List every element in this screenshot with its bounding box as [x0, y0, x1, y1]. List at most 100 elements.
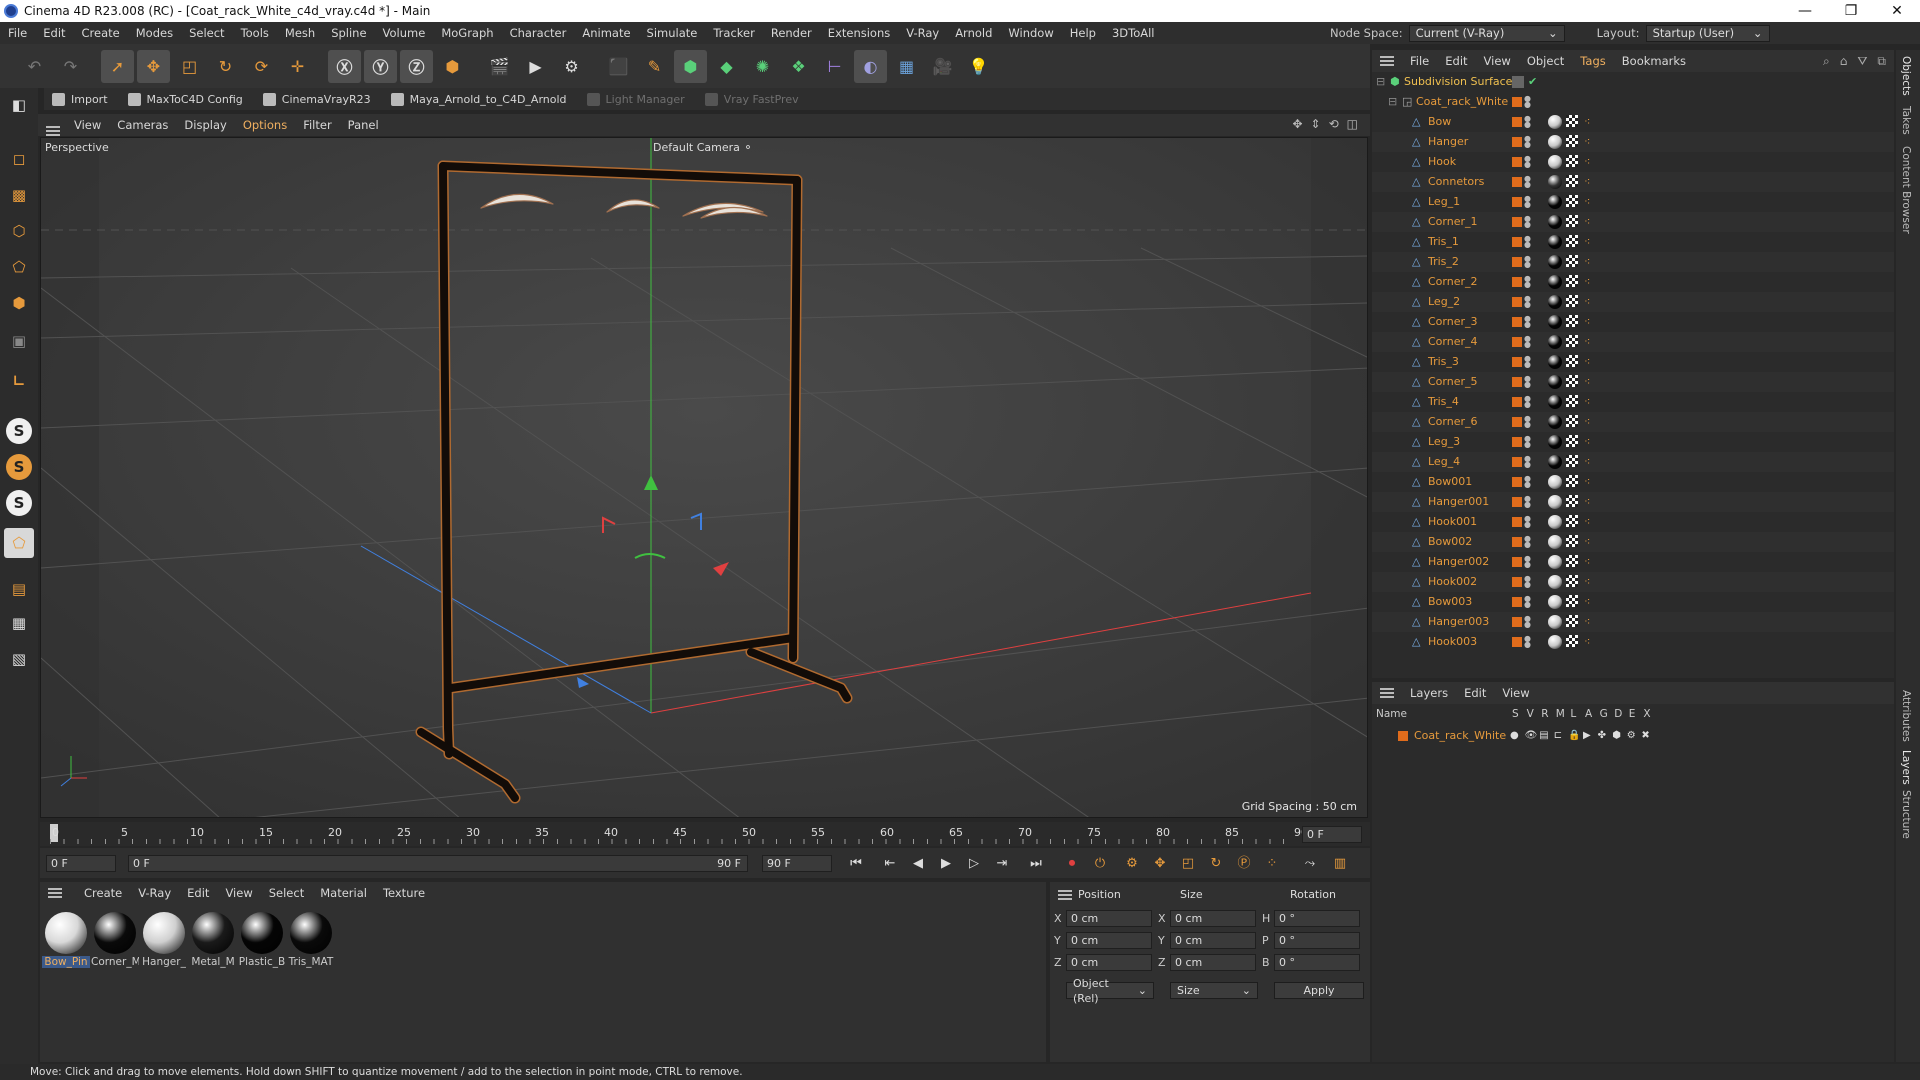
plugin-cinemavrayr23[interactable]: CinemaVrayR23	[255, 92, 379, 106]
object-row[interactable]: △ Hanger001 ● ● ⁖	[1372, 492, 1894, 512]
current-frame-slider[interactable]: 0 F 90 F	[128, 855, 748, 872]
material-tag-icon[interactable]	[1548, 435, 1562, 449]
deformer-icon[interactable]: ✺	[746, 50, 779, 83]
menu-tools[interactable]: Tools	[233, 22, 277, 44]
object-row[interactable]: △ Leg_4 ● ● ⁖	[1372, 452, 1894, 472]
cube-primitive-icon[interactable]: ⬛	[602, 50, 635, 83]
key-position-icon[interactable]: ✥	[1150, 854, 1170, 874]
mograph-cloner-icon[interactable]: ❖	[782, 50, 815, 83]
material-tag-icon[interactable]	[1548, 355, 1562, 369]
minimize-button[interactable]: —	[1782, 0, 1828, 22]
object-row[interactable]: △ Bow003 ● ● ⁖	[1372, 592, 1894, 612]
vray-tag-icon[interactable]: ⁖	[1584, 515, 1596, 529]
quantize-icon[interactable]: S	[6, 490, 32, 516]
layer-menu-icon[interactable]	[1380, 688, 1394, 698]
object-row[interactable]: △ Hanger002 ● ● ⁖	[1372, 552, 1894, 572]
position-field[interactable]: 0 cm	[1066, 910, 1152, 927]
rotate-view-icon[interactable]: ⟲	[1329, 117, 1339, 131]
layers-tab[interactable]: Layers	[1900, 750, 1912, 785]
material-swatch[interactable]: Corner_M	[91, 912, 139, 968]
visibility-dots-icon[interactable]: ● ●	[1524, 335, 1531, 349]
points-mode-icon[interactable]: ⬡	[4, 216, 34, 246]
vray-tag-icon[interactable]: ⁖	[1584, 155, 1596, 169]
material-tag-icon[interactable]	[1548, 255, 1562, 269]
uvw-tag-icon[interactable]	[1566, 575, 1578, 587]
move-tool-icon[interactable]: ✥	[137, 49, 170, 83]
uv-mode-icon[interactable]: ▣	[4, 326, 34, 356]
material-tag-icon[interactable]	[1548, 175, 1562, 189]
render-settings-icon[interactable]: ⚙	[555, 50, 588, 83]
floor-icon[interactable]: ▦	[890, 50, 923, 83]
layer-column-name[interactable]: Name	[1376, 708, 1407, 720]
material-tag-icon[interactable]	[1548, 415, 1562, 429]
visibility-dots-icon[interactable]: ● ●	[1524, 595, 1531, 609]
previous-key-icon[interactable]: ⇤	[880, 854, 900, 874]
go-to-start-icon[interactable]: ⏮	[846, 854, 866, 874]
material-tag-icon[interactable]	[1548, 495, 1562, 509]
uvw-tag-icon[interactable]	[1566, 415, 1578, 427]
make-editable-icon[interactable]: ◧	[4, 90, 34, 120]
material-tag-icon[interactable]	[1548, 235, 1562, 249]
rotation-field[interactable]: 0 °	[1274, 932, 1360, 949]
menu-mesh[interactable]: Mesh	[277, 22, 323, 44]
menu-character[interactable]: Character	[502, 22, 575, 44]
visibility-dots-icon[interactable]: ● ●	[1524, 175, 1531, 189]
plugin-maya-arnold-to-c4d-arnold[interactable]: Maya_Arnold_to_C4D_Arnold	[383, 92, 575, 106]
object-row[interactable]: △ Tris_2 ● ● ⁖	[1372, 252, 1894, 272]
material-tag-icon[interactable]	[1548, 295, 1562, 309]
previous-frame-icon[interactable]: ◀	[908, 854, 928, 874]
z-axis-lock-icon[interactable]: Ⓩ	[400, 49, 433, 83]
position-field[interactable]: 0 cm	[1066, 954, 1152, 971]
autokey-icon[interactable]: ⏻	[1090, 854, 1110, 874]
visibility-dots-icon[interactable]: ● ●	[1524, 635, 1531, 649]
vray-tag-icon[interactable]: ⁖	[1584, 475, 1596, 489]
menu-simulate[interactable]: Simulate	[639, 22, 706, 44]
material-tag-icon[interactable]	[1548, 315, 1562, 329]
visibility-dots-icon[interactable]: ● ●	[1524, 495, 1531, 509]
visibility-dots-icon[interactable]: ● ●	[1524, 515, 1531, 529]
solo-icon[interactable]: ●	[1510, 726, 1519, 746]
render-region-icon[interactable]: 🎬	[483, 50, 516, 83]
layer-column-l[interactable]: L	[1570, 708, 1576, 720]
toggle-view-icon[interactable]: ◫	[1347, 117, 1358, 131]
3d-viewport[interactable]: Perspective Default Camera ⚬ Grid Spacin…	[40, 137, 1368, 818]
menu-volume[interactable]: Volume	[375, 22, 434, 44]
plugin-import[interactable]: Import	[44, 92, 116, 106]
visibility-dots-icon[interactable]: ● ●	[1524, 375, 1531, 389]
object-row[interactable]: △ Bow001 ● ● ⁖	[1372, 472, 1894, 492]
end-frame-field[interactable]: 90 F	[762, 855, 832, 872]
layer-column-v[interactable]: V	[1527, 708, 1534, 720]
menu-mograph[interactable]: MoGraph	[433, 22, 501, 44]
enabled-check-icon[interactable]: ✔	[1528, 72, 1537, 92]
material-tag-icon[interactable]	[1548, 575, 1562, 589]
layer-menu-view[interactable]: View	[1494, 686, 1537, 700]
menu-file[interactable]: File	[0, 22, 35, 44]
vray-tag-icon[interactable]: ⁖	[1584, 295, 1596, 309]
uvw-tag-icon[interactable]	[1566, 495, 1578, 507]
layer-menu-edit[interactable]: Edit	[1456, 686, 1494, 700]
close-button[interactable]: ✕	[1874, 0, 1920, 22]
object-menu-bookmarks[interactable]: Bookmarks	[1614, 54, 1694, 68]
timeline-ruler[interactable]: 0 5 10 15 20 25 30 35 40 45 50 55 60 65 70 75 80 85 90 0 F	[40, 822, 1370, 846]
generator-icon[interactable]: ✤	[1598, 726, 1606, 746]
environment-icon[interactable]: ◐	[854, 49, 887, 83]
material-tag-icon[interactable]	[1548, 375, 1562, 389]
vray-tag-icon[interactable]: ⁖	[1584, 435, 1596, 449]
layer-column-s[interactable]: S	[1512, 708, 1519, 720]
visibility-dots-icon[interactable]: ● ●	[1524, 295, 1531, 309]
deformer-icon[interactable]: ⬢	[1612, 726, 1621, 746]
grid-icon[interactable]: ▦	[4, 608, 34, 638]
material-menu-icon[interactable]	[48, 888, 62, 898]
vray-tag-icon[interactable]: ⁖	[1584, 355, 1596, 369]
takes-tab[interactable]: Takes	[1900, 106, 1912, 135]
menu-extensions[interactable]: Extensions	[820, 22, 898, 44]
visibility-dots-icon[interactable]: ● ●	[1524, 215, 1531, 229]
menu-3dtoall[interactable]: 3DToAll	[1104, 22, 1163, 44]
uvw-tag-icon[interactable]	[1566, 315, 1578, 327]
visibility-dots-icon[interactable]: ● ●	[1524, 415, 1531, 429]
psr-tool-icon[interactable]: ⟳	[245, 50, 278, 83]
material-tag-icon[interactable]	[1548, 595, 1562, 609]
menu-modes[interactable]: Modes	[128, 22, 181, 44]
object-menu-view[interactable]: View	[1476, 54, 1519, 68]
plugin-vray-fastprev[interactable]: Vray FastPrev	[697, 92, 807, 106]
